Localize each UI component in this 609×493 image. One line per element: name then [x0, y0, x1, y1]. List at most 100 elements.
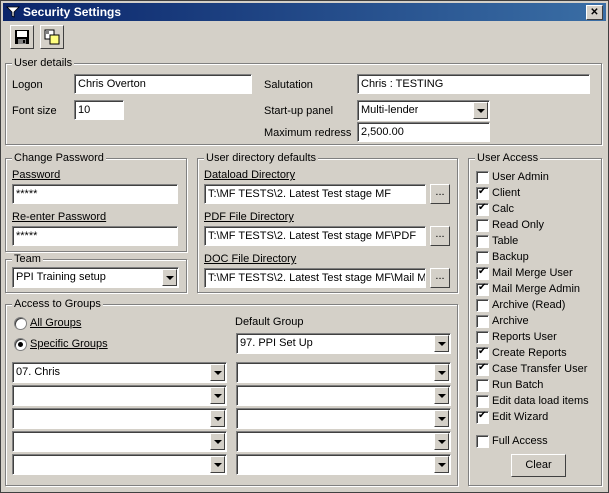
chevron-down-icon[interactable]: [473, 102, 488, 119]
logon-field[interactable]: Chris Overton: [74, 74, 252, 94]
checkbox-label: Create Reports: [492, 347, 567, 359]
checkbox-label: Client: [492, 187, 521, 199]
radio-dot[interactable]: [14, 338, 27, 351]
chevron-down-icon[interactable]: [434, 364, 449, 381]
chevron-down-icon[interactable]: [434, 410, 449, 427]
checkbox-box[interactable]: [476, 235, 489, 248]
chevron-down-icon[interactable]: [210, 433, 225, 450]
group-select-left-1[interactable]: 07. Chris: [12, 362, 227, 383]
chevron-down-icon[interactable]: [210, 364, 225, 381]
checkbox-label: Calc: [492, 203, 515, 215]
group-select-right-5[interactable]: [236, 454, 451, 475]
group-select-left-4[interactable]: [12, 431, 227, 452]
group-select-right-3[interactable]: [236, 408, 451, 429]
team-value: PPI Training setup: [16, 271, 106, 283]
checkbox-box[interactable]: [476, 395, 489, 408]
team-group: Team PPI Training setup: [5, 253, 187, 293]
salutation-label: Salutation: [264, 79, 313, 91]
chevron-down-icon[interactable]: [210, 456, 225, 473]
default-group-value: 97. PPI Set Up: [240, 337, 313, 349]
group-select-left-2[interactable]: [12, 385, 227, 406]
checkbox-label: User Admin: [492, 171, 549, 183]
clear-button[interactable]: Clear: [511, 454, 566, 477]
pdf-browse-button[interactable]: ...: [430, 226, 450, 246]
chevron-down-icon[interactable]: [210, 387, 225, 404]
doc-browse-button[interactable]: ...: [430, 268, 450, 288]
chevron-down-icon[interactable]: [210, 410, 225, 427]
checkbox-box[interactable]: [476, 266, 489, 280]
checkbox-box[interactable]: [476, 282, 489, 296]
copy-settings-button[interactable]: [40, 25, 64, 49]
checkbox-label: Case Transfer User: [492, 363, 588, 375]
max-redress-label: Maximum redress: [264, 127, 352, 139]
chevron-down-icon[interactable]: [434, 335, 449, 352]
team-select[interactable]: PPI Training setup: [12, 267, 179, 288]
checkbox-box[interactable]: [476, 251, 489, 264]
max-redress-field[interactable]: 2,500.00: [357, 122, 490, 142]
startup-panel-label: Start-up panel: [264, 105, 334, 117]
doc-dir-field[interactable]: T:\MF TESTS\2. Latest Test stage MF\Mail…: [204, 268, 426, 288]
window-title: Security Settings: [23, 5, 122, 19]
user-details-group: User details Logon Chris Overton Font si…: [5, 57, 602, 145]
radio-dot[interactable]: [14, 317, 27, 330]
checkbox-label: Edit data load items: [492, 395, 589, 407]
checkbox-box[interactable]: [476, 346, 489, 360]
change-password-legend: Change Password: [12, 152, 106, 164]
save-button[interactable]: [10, 25, 34, 49]
access-groups-legend: Access to Groups: [12, 298, 103, 310]
checkbox-box[interactable]: [476, 299, 489, 312]
dataload-browse-button[interactable]: ...: [430, 184, 450, 204]
team-legend: Team: [12, 253, 43, 265]
all-groups-label: All Groups: [30, 317, 82, 329]
full-access-label: Full Access: [492, 435, 548, 447]
save-icon: [15, 30, 29, 44]
startup-panel-value: Multi-lender: [361, 104, 419, 116]
checkbox-label: Edit Wizard: [492, 411, 549, 423]
checkbox-label: Read Only: [492, 219, 544, 231]
checkbox-label: Reports User: [492, 331, 557, 343]
checkbox-box[interactable]: [476, 171, 489, 184]
checkbox-box[interactable]: [476, 202, 489, 216]
checkbox-box[interactable]: [476, 410, 489, 424]
group-select-value: 07. Chris: [16, 366, 61, 378]
group-select-right-4[interactable]: [236, 431, 451, 452]
user-details-legend: User details: [12, 57, 75, 69]
checkbox-box[interactable]: [476, 315, 489, 328]
chevron-down-icon[interactable]: [434, 456, 449, 473]
chevron-down-icon[interactable]: [162, 269, 177, 286]
group-select-left-5[interactable]: [12, 454, 227, 475]
group-select-right-2[interactable]: [236, 385, 451, 406]
startup-panel-select[interactable]: Multi-lender: [357, 100, 490, 121]
checkbox-label: Mail Merge Admin: [492, 283, 581, 295]
reenter-password-field[interactable]: *****: [12, 226, 178, 246]
checkbox-box[interactable]: [476, 435, 489, 448]
password-label: Password: [12, 169, 61, 181]
checkbox-box[interactable]: [476, 219, 489, 232]
checkbox-box[interactable]: [476, 186, 489, 200]
checkbox-box[interactable]: [476, 379, 489, 392]
pdf-dir-field[interactable]: T:\MF TESTS\2. Latest Test stage MF\PDF: [204, 226, 426, 246]
default-group-select[interactable]: 97. PPI Set Up: [236, 333, 451, 354]
font-size-field[interactable]: 10: [74, 100, 124, 120]
group-select-left-3[interactable]: [12, 408, 227, 429]
salutation-field[interactable]: Chris : TESTING: [357, 74, 590, 94]
password-field[interactable]: *****: [12, 184, 178, 204]
user-access-group: User Access User Admin Client Calc Read Onl…: [468, 152, 602, 486]
change-password-group: Change Password Password ***** Re-enter …: [5, 152, 187, 252]
specific-groups-label: Specific Groups: [30, 338, 108, 350]
checkbox-label: Table: [492, 235, 519, 247]
directory-defaults-legend: User directory defaults: [204, 152, 319, 164]
pdf-dir-label: PDF File Directory: [204, 211, 294, 223]
checkbox-box[interactable]: [476, 331, 489, 344]
copy-settings-icon: [44, 29, 60, 45]
dataload-field[interactable]: T:\MF TESTS\2. Latest Test stage MF: [204, 184, 426, 204]
checkbox-label: Run Batch: [492, 379, 544, 391]
group-select-right-1[interactable]: [236, 362, 451, 383]
filter-icon: [6, 6, 20, 18]
security-settings-window: Security Settings ✕ User details Logon C…: [0, 0, 609, 493]
chevron-down-icon[interactable]: [434, 433, 449, 450]
chevron-down-icon[interactable]: [434, 387, 449, 404]
close-button[interactable]: ✕: [586, 5, 603, 20]
checkbox-box[interactable]: [476, 362, 489, 376]
title-bar[interactable]: Security Settings ✕: [3, 3, 606, 21]
